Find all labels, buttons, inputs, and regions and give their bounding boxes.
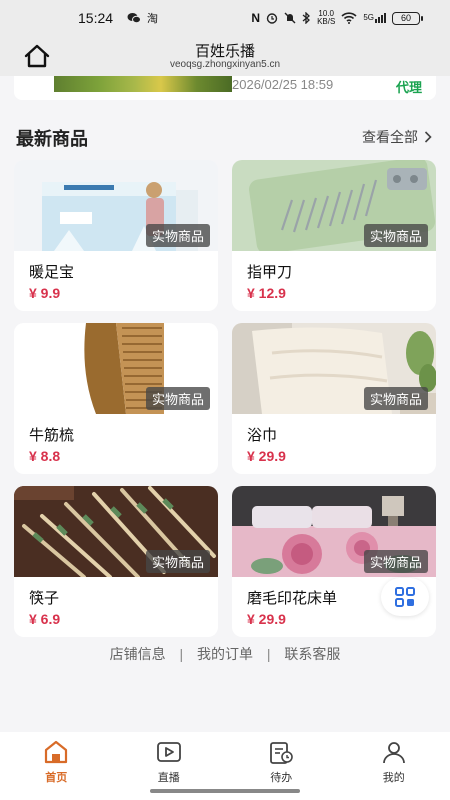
network-speed: 10.0 KB/S	[317, 10, 335, 26]
agent-card[interactable]: 2026/02/25 18:59 代理	[14, 76, 436, 100]
nav-label: 我的	[382, 772, 405, 784]
wechat-icon	[127, 13, 142, 24]
card-date: 2026/02/25 18:59	[232, 77, 334, 92]
product-card[interactable]: 实物商品 牛筋梳 ¥ 8.8	[14, 323, 218, 474]
product-type-tag: 实物商品	[145, 550, 210, 573]
product-type-tag: 实物商品	[363, 550, 428, 573]
product-card[interactable]: 实物商品 浴巾 ¥ 29.9	[232, 323, 436, 474]
product-type-tag: 实物商品	[363, 387, 428, 410]
page-url: veoqsg.zhongxinyan5.cn	[169, 59, 281, 70]
view-all-link[interactable]: 查看全部	[362, 127, 432, 147]
product-name: 指甲刀	[247, 264, 293, 281]
grid-icon	[395, 587, 415, 607]
taobao-icon: 淘	[147, 13, 159, 25]
signal-label: 5G	[363, 13, 374, 22]
product-price: ¥ 9.9	[29, 285, 61, 301]
nav-label: 待办	[270, 772, 293, 784]
product-name: 牛筋梳	[29, 427, 75, 444]
nav-label: 首页	[45, 772, 68, 784]
bluetooth-icon	[302, 12, 311, 24]
app-header: 百姓乐播 veoqsg.zhongxinyan5.cn	[0, 36, 450, 76]
battery-icon: 60	[392, 11, 423, 25]
product-price: ¥ 12.9	[247, 285, 286, 301]
product-price: ¥ 8.8	[29, 448, 61, 464]
nfc-icon: N	[251, 11, 261, 25]
product-type-tag: 实物商品	[145, 224, 210, 247]
product-name: 浴巾	[247, 427, 278, 444]
product-price: ¥ 29.9	[247, 611, 286, 627]
nav-item-profile[interactable]: 我的	[338, 732, 450, 800]
section-title: 最新商品	[16, 129, 88, 149]
product-card[interactable]: 实物商品 暖足宝 ¥ 9.9	[14, 160, 218, 311]
status-bar: 15:24 淘 N 10.0 KB/S 5G 60	[0, 0, 450, 36]
product-name: 筷子	[29, 590, 60, 607]
page-title: 百姓乐播	[194, 43, 255, 60]
product-card[interactable]: 实物商品 指甲刀 ¥ 12.9	[232, 160, 436, 311]
card-image	[54, 76, 232, 92]
product-type-tag: 实物商品	[145, 387, 210, 410]
store-info-link[interactable]: 店铺信息	[110, 646, 166, 662]
notification-icons: 淘	[127, 10, 158, 26]
home-indicator	[150, 789, 300, 793]
product-name: 磨毛印花床单	[247, 590, 338, 607]
product-price: ¥ 6.9	[29, 611, 61, 627]
signal-icon: 5G	[363, 13, 386, 23]
floating-grid-button[interactable]	[381, 578, 429, 616]
divider: |	[266, 646, 271, 662]
status-right: N 10.0 KB/S 5G 60	[251, 10, 423, 26]
my-orders-link[interactable]: 我的订单	[197, 646, 253, 662]
view-all-label: 查看全部	[362, 129, 418, 145]
alarm-icon	[266, 13, 278, 24]
play-icon	[155, 739, 183, 765]
product-price: ¥ 29.9	[247, 448, 286, 464]
wifi-icon	[341, 12, 357, 24]
home-icon	[42, 739, 70, 765]
user-icon	[380, 739, 408, 765]
nav-label: 直播	[157, 772, 180, 784]
product-card[interactable]: 实物商品 筷子 ¥ 6.9	[14, 486, 218, 637]
speed-unit: KB/S	[317, 17, 336, 26]
footer-links: 店铺信息 | 我的订单 | 联系客服	[0, 644, 450, 664]
status-time: 15:24	[78, 10, 114, 26]
product-name: 暖足宝	[29, 264, 75, 281]
agent-badge: 代理	[395, 80, 422, 95]
contact-service-link[interactable]: 联系客服	[284, 646, 340, 662]
mute-icon	[284, 12, 296, 24]
divider: |	[179, 646, 184, 662]
product-type-tag: 实物商品	[363, 224, 428, 247]
chevron-right-icon	[424, 131, 432, 143]
nav-item-home[interactable]: 首页	[0, 732, 113, 800]
todo-icon	[267, 739, 295, 765]
